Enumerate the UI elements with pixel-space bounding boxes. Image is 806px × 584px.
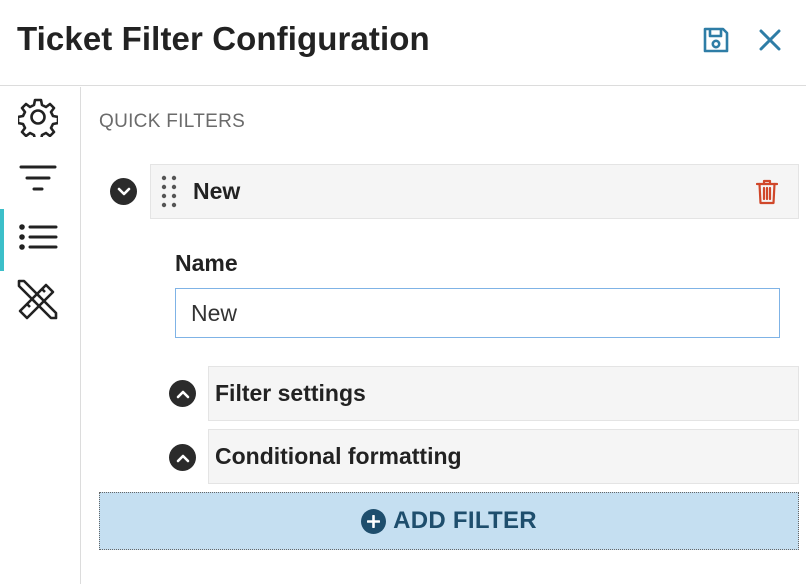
filter-settings-toggle[interactable] xyxy=(169,380,196,407)
header: Ticket Filter Configuration xyxy=(0,0,806,86)
sidebar-item-settings[interactable] xyxy=(0,89,80,145)
save-button[interactable] xyxy=(698,22,734,58)
close-icon xyxy=(759,29,781,51)
trash-icon xyxy=(756,179,778,205)
name-label: Name xyxy=(175,250,238,276)
sidebar-item-list[interactable] xyxy=(0,209,80,271)
delete-filter-button[interactable] xyxy=(754,178,780,206)
add-filter-label: ADD FILTER xyxy=(393,507,537,534)
filter-collapse-toggle[interactable] xyxy=(110,178,137,205)
conditional-formatting-toggle[interactable] xyxy=(169,444,196,471)
drag-handle-icon[interactable] xyxy=(161,175,177,209)
main-content: QUICK FILTERS New Name New Filter settin… xyxy=(82,87,806,584)
conditional-formatting-panel[interactable]: Conditional formatting xyxy=(208,429,799,484)
chevron-up-icon xyxy=(176,390,189,398)
filter-name: New xyxy=(193,178,241,204)
ruler-pencil-icon xyxy=(17,279,58,320)
sidebar-item-tools[interactable] xyxy=(0,271,80,327)
filter-row: New xyxy=(150,164,799,219)
page-title: Ticket Filter Configuration xyxy=(17,20,430,57)
plus-circle-icon xyxy=(361,508,387,534)
add-filter-button[interactable]: ADD FILTER xyxy=(99,492,799,550)
sidebar-item-filter[interactable] xyxy=(0,149,80,205)
sidebar xyxy=(0,87,81,584)
chevron-down-icon xyxy=(117,187,130,195)
filter-settings-label: Filter settings xyxy=(215,380,366,406)
list-icon xyxy=(19,224,58,250)
gear-icon xyxy=(18,98,58,137)
filter-settings-panel[interactable]: Filter settings xyxy=(208,366,799,421)
name-input[interactable] xyxy=(175,288,780,338)
save-icon xyxy=(703,27,729,53)
section-title: QUICK FILTERS xyxy=(99,111,246,132)
chevron-up-icon xyxy=(176,454,189,462)
conditional-formatting-label: Conditional formatting xyxy=(215,443,462,469)
close-button[interactable] xyxy=(752,22,788,58)
filter-icon xyxy=(19,165,57,191)
